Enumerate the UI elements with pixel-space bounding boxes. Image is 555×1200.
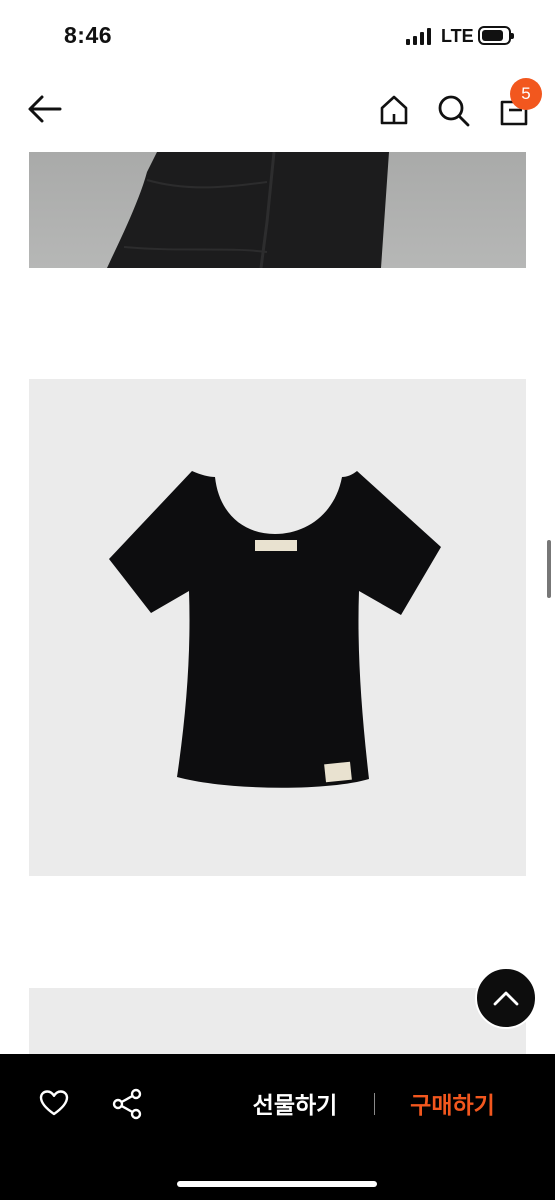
cart-count-badge[interactable]: 5 [510,78,542,110]
gift-button[interactable]: 선물하기 [215,1088,375,1122]
battery-icon [478,26,514,45]
bottom-action-bar [0,1054,555,1200]
nav-bar [0,70,555,152]
heart-icon[interactable] [39,1089,69,1117]
chevron-up-icon [493,991,519,1006]
jeans-illustration [107,152,389,268]
home-icon[interactable] [378,94,410,126]
signal-icon [406,28,431,45]
status-bar: 8:46 LTE [0,0,555,70]
scroll-top-button[interactable] [475,967,537,1029]
divider [374,1093,375,1115]
top-illustration [109,471,441,788]
battery-fill [482,30,503,41]
arrow-left-icon[interactable] [26,94,64,124]
search-icon[interactable] [437,94,471,128]
product-image-top [29,379,526,876]
buy-button[interactable]: 구매하기 [395,1088,510,1122]
scrollbar[interactable] [547,540,551,598]
product-image-jeans [29,152,526,268]
share-icon[interactable] [112,1088,142,1120]
status-time: 8:46 [64,22,113,48]
hem-label-patch [324,761,352,783]
network-label: LTE [441,26,474,46]
brand-label-patch [255,540,297,551]
home-indicator [177,1181,377,1187]
